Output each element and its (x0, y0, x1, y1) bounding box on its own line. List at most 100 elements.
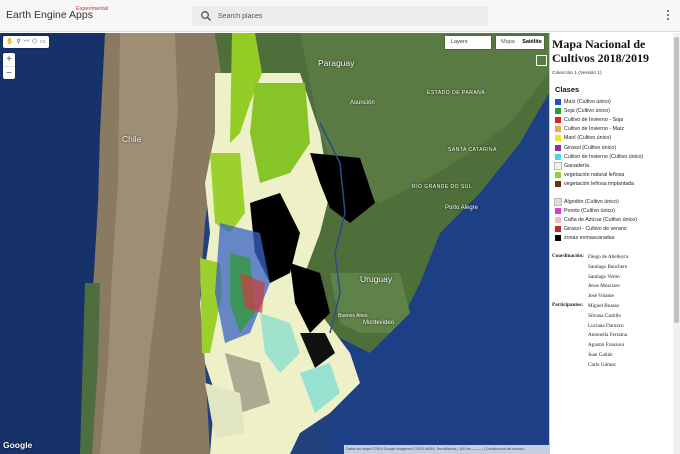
legend-list-secondary: Algodón (Cultivo único) Poroto (Cultivo ú… (554, 197, 673, 243)
legend-swatch (555, 216, 561, 223)
legend-swatch (555, 144, 561, 151)
search-box[interactable] (192, 6, 488, 26)
legend-label: Ganadería (564, 162, 590, 169)
legend-label: Maíz (Cultivo único) (564, 98, 611, 105)
zoom-out-button[interactable]: − (3, 66, 15, 79)
credit-name: Miguel Boasso (588, 303, 620, 309)
clases-heading: Clases (555, 85, 580, 94)
credit-name: José Volante (588, 293, 614, 300)
zoom-control: + − (3, 53, 15, 79)
legend-swatch (555, 235, 561, 242)
legend-label: Algodón (Cultivo único) (564, 198, 619, 205)
legend-swatch (555, 172, 561, 179)
legend-label: Girasol - Cultivo de verano (564, 226, 627, 233)
maptype-satellite[interactable]: Satélite (520, 36, 544, 49)
legend-swatch (554, 197, 562, 206)
label-montevideo: Montevideo (363, 320, 395, 326)
credit-name: Juan Gaitán (588, 351, 613, 358)
map-attribution[interactable]: Datos del mapa ©2019 Google Imágenes ©20… (344, 445, 549, 454)
legend-item: Girasol (Cultivo único) (555, 143, 673, 152)
credit-name: Santiago Banchero (588, 263, 628, 270)
google-logo: Google (3, 440, 33, 450)
legend-swatch (555, 153, 561, 160)
participantes-names: Miguel Boasso Silvana Castillo Luciana Dar… (588, 302, 627, 371)
label-santa-catarina: SANTA CATARINA (448, 147, 497, 153)
label-rio-grande: RIO GRANDE DO SUL (412, 184, 473, 190)
legend-label: vegetación leñosa implantada (564, 181, 635, 188)
legend-label: vegetación natural leñosa (564, 172, 625, 179)
legend-item: vegetación leñosa implantada (555, 180, 673, 189)
polygon-icon[interactable]: ⬠ (32, 37, 37, 47)
search-input[interactable] (218, 9, 478, 23)
legend-item: Girasol - Cultivo de verano (555, 225, 673, 234)
legend-item: Algodón (Cultivo único) (554, 197, 673, 206)
participantes-label: Participantes: (552, 302, 584, 308)
credit-name: Carlo Gómez (588, 361, 616, 368)
legend-swatch (555, 126, 561, 133)
legend-item: Cultivo de Invierno (Cultivo único) (555, 152, 673, 161)
scrollbar-thumb[interactable] (674, 37, 679, 323)
legend-item: Cultivo de Invierno - Soja (555, 115, 673, 124)
legend-swatch (555, 135, 561, 142)
more-options-icon[interactable] (665, 10, 671, 22)
label-chile: Chile (122, 134, 142, 144)
legend-label: Caña de Azúcar (Cultivo único) (564, 216, 638, 223)
panel-title: Mapa Nacional de Cultivos 2018/2019 (552, 37, 650, 65)
coordinacion-names: Diego de Abelleyra Santiago Banchero Santi… (588, 253, 628, 302)
legend-item: Ganadería (554, 161, 673, 170)
label-porto-alegre: Porto Alegre (445, 205, 479, 211)
marker-icon[interactable]: ⚲ (16, 37, 20, 47)
map-canvas[interactable]: Paraguay Chile Uruguay ESTADO DE PARANÁ … (0, 33, 549, 454)
credit-name: Luciana Daruzzo (588, 322, 624, 329)
credit-name: Agustín Franzoni (588, 342, 625, 349)
legend-label: Poroto (Cultivo único) (564, 207, 615, 214)
drawing-tools[interactable]: ✋ ⚲ 〰 ⬠ ▭ (3, 36, 49, 48)
maptype-map[interactable]: Mapa (496, 36, 520, 49)
legend-item: Maní (Cultivo único) (555, 134, 673, 143)
rectangle-icon[interactable]: ▭ (40, 37, 46, 47)
label-buenos-aires: Buenos Aires (338, 313, 368, 319)
legend-list: Maíz (Cultivo único) Soja (Cultivo único)… (554, 97, 673, 189)
legend-label: Maní (Cultivo único) (564, 135, 612, 142)
credit-name: Santiago Verón (588, 273, 620, 280)
app-bar: Earth Engine Apps Experimental (0, 0, 680, 32)
legend-label: Soja (Cultivo único) (564, 107, 610, 114)
legend-item: Soja (Cultivo único) (555, 106, 673, 115)
label-estado-parana: ESTADO DE PARANÁ (427, 90, 486, 96)
legend-item: Poroto (Cultivo único) (555, 206, 673, 215)
credit-name: Antonella Ferraina (588, 332, 628, 339)
legend-swatch (555, 98, 561, 105)
credit-name: Diego de Abelleyra (588, 254, 629, 260)
legend-item: Cultivo de Invierno - Maíz (555, 125, 673, 134)
legend-item: Caña de Azúcar (Cultivo único) (555, 215, 673, 224)
layers-button[interactable]: Layers (445, 36, 491, 49)
zoom-in-button[interactable]: + (3, 53, 15, 66)
legend-item: Maíz (Cultivo único) (555, 97, 673, 106)
legend-swatch (555, 116, 561, 123)
legend-label: Cultivo de Invierno (Cultivo único) (564, 153, 644, 160)
legend-swatch (555, 207, 561, 214)
legend-item: zonas enmascaradas (555, 234, 673, 243)
credit-name: Silvana Castillo (588, 312, 621, 319)
label-asuncion: Asunción (350, 100, 375, 106)
legend-item: vegetación natural leñosa (555, 171, 673, 180)
panel-scrollbar[interactable] (673, 33, 680, 454)
polyline-icon[interactable]: 〰 (23, 37, 29, 47)
legend-label: Girasol (Cultivo único) (564, 144, 617, 151)
satellite-basemap (0, 33, 549, 454)
hand-icon[interactable]: ✋ (6, 37, 13, 47)
legend-swatch (555, 226, 561, 233)
label-paraguay: Paraguay (318, 58, 355, 68)
legend-label: zonas enmascaradas (564, 235, 615, 242)
credit-name: Jesus Mosciaro (588, 283, 620, 290)
legend-label: Cultivo de Invierno - Maíz (564, 126, 625, 133)
legend-label: Cultivo de Invierno - Soja (564, 116, 624, 123)
coordinacion-label: Coordinación: (552, 253, 584, 259)
label-uruguay: Uruguay (360, 274, 393, 284)
panel-subtitle: Colección 1 (Versión 1) (552, 71, 602, 76)
fullscreen-icon[interactable] (536, 55, 547, 66)
experimental-badge: Experimental (76, 6, 109, 12)
search-icon[interactable] (200, 10, 212, 22)
legend-swatch (555, 181, 561, 188)
maptype-control: Mapa Satélite (496, 36, 544, 49)
